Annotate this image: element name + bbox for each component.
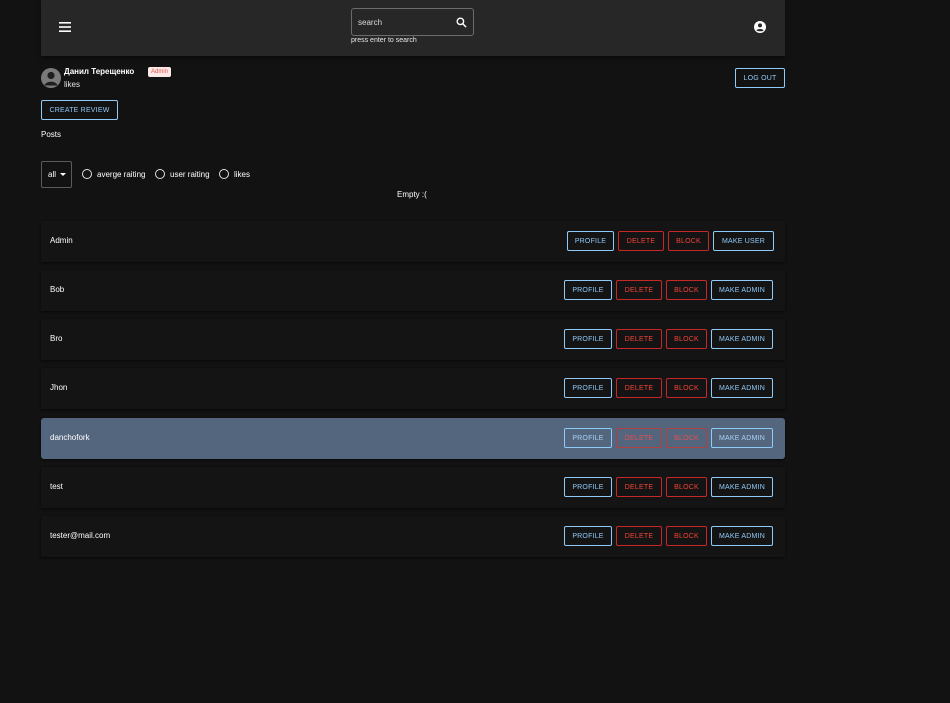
block-button[interactable]: BLOCK: [666, 526, 707, 546]
search-helper-text: press enter to search: [351, 37, 417, 44]
profile-button[interactable]: PROFILE: [567, 231, 614, 251]
user-row: test PROFILE DELETE BLOCK MAKE ADMIN: [41, 467, 785, 508]
delete-button[interactable]: DELETE: [616, 526, 662, 546]
user-row: Jhon PROFILE DELETE BLOCK MAKE ADMIN: [41, 368, 785, 409]
account-circle-icon[interactable]: [754, 21, 766, 33]
role-badge: Admin: [148, 67, 172, 77]
sort-radio-likes[interactable]: likes: [219, 169, 250, 179]
user-row-name: test: [50, 482, 63, 491]
user-row-name: Bro: [50, 334, 63, 343]
user-row-selected[interactable]: danchofork PROFILE DELETE BLOCK MAKE ADM…: [41, 418, 785, 459]
search-icon[interactable]: [456, 17, 467, 28]
make-admin-button[interactable]: MAKE ADMIN: [711, 378, 773, 398]
sort-radio-label: likes: [234, 169, 251, 179]
user-row: Admin PROFILE DELETE BLOCK MAKE USER: [41, 221, 785, 262]
block-button[interactable]: BLOCK: [666, 428, 707, 448]
make-admin-button[interactable]: MAKE ADMIN: [711, 280, 773, 300]
hamburger-menu-icon: [59, 22, 71, 32]
profile-button[interactable]: PROFILE: [564, 378, 612, 398]
delete-button[interactable]: DELETE: [616, 280, 662, 300]
profile-button[interactable]: PROFILE: [564, 280, 612, 300]
make-admin-button[interactable]: MAKE ADMIN: [711, 329, 773, 349]
user-row-name: Bob: [50, 285, 65, 294]
sort-radio-label: user raiting: [170, 169, 210, 179]
avatar: [41, 68, 61, 88]
empty-posts-message: Empty :(: [397, 190, 427, 199]
make-admin-button[interactable]: MAKE ADMIN: [711, 428, 773, 448]
delete-button[interactable]: DELETE: [616, 378, 662, 398]
make-admin-button[interactable]: MAKE ADMIN: [711, 477, 773, 497]
menu-button[interactable]: [55, 17, 75, 37]
block-button[interactable]: BLOCK: [666, 329, 707, 349]
app-bar: press enter to search: [41, 0, 785, 56]
user-row-name: Admin: [50, 236, 73, 245]
person-icon: [44, 71, 58, 86]
radio-circle-icon: [219, 169, 229, 179]
profile-button[interactable]: PROFILE: [564, 526, 612, 546]
caret-down-icon: [60, 173, 67, 176]
delete-button[interactable]: DELETE: [616, 329, 662, 349]
profile-button[interactable]: PROFILE: [564, 428, 612, 448]
user-row-name: tester@mail.com: [50, 531, 111, 540]
user-row: Bro PROFILE DELETE BLOCK MAKE ADMIN: [41, 319, 785, 360]
make-admin-button[interactable]: MAKE ADMIN: [711, 526, 773, 546]
search-field: [351, 8, 474, 36]
search-input[interactable]: [352, 9, 473, 35]
delete-button[interactable]: DELETE: [616, 428, 662, 448]
create-review-button[interactable]: CREATE REVIEW: [41, 100, 118, 120]
filter-select[interactable]: all: [41, 161, 72, 188]
user-row: tester@mail.com PROFILE DELETE BLOCK MAK…: [41, 516, 785, 557]
user-row-name: Jhon: [50, 383, 68, 392]
logout-button[interactable]: LOG OUT: [735, 68, 785, 88]
profile-button[interactable]: PROFILE: [564, 477, 612, 497]
user-row: Bob PROFILE DELETE BLOCK MAKE ADMIN: [41, 270, 785, 311]
sort-radio-label: averge raiting: [97, 169, 146, 179]
radio-circle-icon: [82, 169, 92, 179]
delete-button[interactable]: DELETE: [616, 477, 662, 497]
block-button[interactable]: BLOCK: [668, 231, 709, 251]
block-button[interactable]: BLOCK: [666, 477, 707, 497]
make-user-button[interactable]: MAKE USER: [713, 231, 774, 251]
sort-radio-average-rating[interactable]: averge raiting: [82, 169, 145, 179]
user-name: Данил Терещенко: [64, 67, 135, 76]
user-row-name: danchofork: [50, 433, 90, 442]
filter-selected-value: all: [48, 170, 57, 179]
likes-label: likes: [64, 80, 81, 89]
delete-button[interactable]: DELETE: [618, 231, 664, 251]
block-button[interactable]: BLOCK: [666, 378, 707, 398]
sort-radio-user-rating[interactable]: user raiting: [155, 169, 210, 179]
profile-button[interactable]: PROFILE: [564, 329, 612, 349]
radio-circle-icon: [155, 169, 165, 179]
posts-section-title: Posts: [41, 130, 62, 139]
block-button[interactable]: BLOCK: [666, 280, 707, 300]
